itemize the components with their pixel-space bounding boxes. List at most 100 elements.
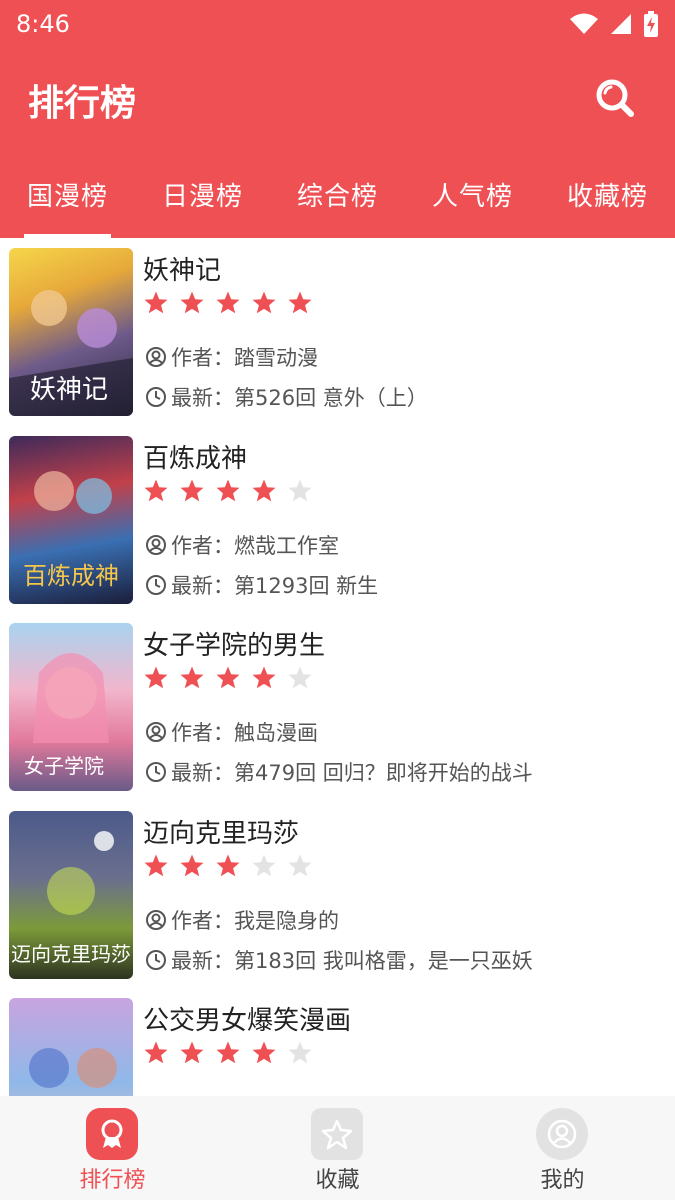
list-item[interactable]: 公交男女爆笑漫画 作者： — [0, 988, 675, 1096]
author-row: 作者： 我是隐身的 — [145, 905, 339, 935]
status-icons — [569, 11, 659, 37]
tab-label: 国漫榜 — [26, 182, 108, 212]
tab-shoucang[interactable]: 收藏榜 — [540, 166, 675, 238]
star-filled-icon — [180, 291, 204, 314]
rating-stars — [143, 665, 313, 691]
list-item[interactable]: 百炼成神 百炼成神 作者： 燃哉工作室 最新： 第1293回 新生 — [0, 426, 675, 614]
author-name: 燃哉工作室 — [234, 533, 339, 558]
author-icon — [146, 534, 166, 555]
author-name: 触岛漫画 — [234, 721, 318, 745]
tab-guoman[interactable]: 国漫榜 — [0, 166, 135, 238]
list-item[interactable]: 迈向克里玛莎 迈向克里玛莎 作者： 我是隐身的 最新： 第183回 我叫格雷，是一只… — [0, 801, 675, 989]
rating-stars — [143, 290, 313, 316]
latest-row: 最新： 第1293回 新生 — [145, 570, 378, 600]
comic-title: 公交男女爆笑漫画 — [143, 1006, 352, 1036]
star-empty-icon — [288, 854, 312, 876]
latest-prefix: 最新： — [171, 761, 234, 785]
svg-text:百炼成神: 百炼成神 — [23, 562, 119, 590]
star-filled-icon — [252, 1041, 276, 1064]
star-icon — [311, 1108, 363, 1160]
latest-chapter: 第479回 回归？即将开始的战斗 — [234, 761, 533, 785]
star-filled-icon — [144, 854, 168, 876]
clock-icon — [146, 574, 166, 595]
star-empty-icon — [252, 854, 276, 876]
tab-zonghe[interactable]: 综合榜 — [270, 166, 405, 238]
star-filled-icon — [180, 1041, 204, 1064]
clock-icon — [146, 949, 166, 970]
page-title: 排行榜 — [28, 83, 137, 124]
author-prefix: 作者： — [171, 721, 234, 745]
svg-text:妖神记: 妖神记 — [30, 375, 108, 405]
latest-prefix: 最新： — [171, 573, 234, 598]
nav-label: 收藏 — [315, 1168, 360, 1193]
cover-image: 迈向克里玛莎 — [9, 810, 133, 979]
status-bar: 8:46 — [16, 8, 659, 40]
nav-ranking[interactable]: 排行榜 — [0, 1096, 225, 1200]
star-filled-icon — [252, 666, 276, 689]
nav-label: 我的 — [540, 1168, 585, 1193]
nav-favorites[interactable]: 收藏 — [225, 1096, 450, 1200]
nav-profile[interactable]: 我的 — [450, 1096, 675, 1200]
latest-row: 最新： 第183回 我叫格雷，是一只巫妖 — [145, 945, 533, 975]
author-name: 我是隐身的 — [234, 908, 339, 933]
latest-row: 最新： 第479回 回归？即将开始的战斗 — [145, 757, 533, 787]
rating-stars — [143, 1040, 313, 1066]
star-empty-icon — [288, 1041, 312, 1064]
star-filled-icon — [216, 1041, 240, 1064]
author-row: 作者： 踏雪动漫 — [145, 342, 318, 372]
status-time: 8:46 — [16, 10, 70, 38]
star-empty-icon — [288, 479, 312, 501]
search-button[interactable] — [593, 76, 637, 120]
tab-riman[interactable]: 日漫榜 — [135, 166, 270, 238]
author-icon — [146, 347, 166, 367]
star-filled-icon — [180, 666, 204, 689]
latest-chapter: 第183回 我叫格雷，是一只巫妖 — [234, 948, 533, 973]
rank-tabs: 国漫榜 日漫榜 综合榜 人气榜 收藏榜 — [0, 166, 675, 238]
star-filled-icon — [144, 291, 168, 314]
clock-icon — [146, 387, 166, 407]
author-icon — [146, 722, 166, 742]
star-filled-icon — [180, 479, 204, 501]
search-icon — [596, 79, 634, 117]
bottom-nav: 排行榜 收藏 我的 — [0, 1096, 675, 1200]
author-prefix: 作者： — [171, 346, 234, 370]
latest-prefix: 最新： — [171, 386, 234, 410]
cover-image — [9, 998, 133, 1096]
wifi-icon — [570, 13, 598, 34]
cover-image: 女子学院 — [9, 623, 133, 791]
star-filled-icon — [252, 479, 276, 501]
tab-label: 综合榜 — [296, 182, 378, 212]
star-filled-icon — [180, 854, 204, 876]
svg-text:迈向克里玛莎: 迈向克里玛莎 — [11, 942, 131, 966]
star-filled-icon — [144, 1041, 168, 1064]
cover-image: 百炼成神 — [9, 435, 133, 604]
author-row: 作者： 触岛漫画 — [145, 717, 318, 747]
author-icon — [146, 909, 166, 930]
cover-image: 妖神记 — [9, 248, 133, 416]
star-filled-icon — [252, 291, 276, 314]
latest-chapter: 第526回 意外（上） — [234, 386, 428, 410]
star-filled-icon — [144, 666, 168, 689]
star-filled-icon — [216, 666, 240, 689]
tab-label: 收藏榜 — [566, 182, 648, 212]
comic-title: 迈向克里玛莎 — [143, 818, 300, 849]
ranking-icon — [86, 1108, 138, 1160]
comic-title: 百炼成神 — [143, 443, 248, 474]
latest-prefix: 最新： — [171, 948, 234, 973]
signal-icon — [611, 14, 631, 34]
tab-renqi[interactable]: 人气榜 — [405, 166, 540, 238]
nav-label: 排行榜 — [79, 1168, 146, 1193]
list-item[interactable]: 妖神记 妖神记 作者： 踏雪动漫 最新： 第526回 意外（上） — [0, 238, 675, 426]
comic-list: 妖神记 妖神记 作者： 踏雪动漫 最新： 第526回 意外（上） 百炼成神 百炼成神… — [0, 238, 675, 1096]
svg-text:女子学院: 女子学院 — [24, 754, 104, 778]
star-filled-icon — [216, 479, 240, 501]
rating-stars — [143, 853, 313, 879]
comic-title: 女子学院的男生 — [143, 631, 326, 661]
author-row: 作者： 燃哉工作室 — [145, 530, 339, 560]
star-filled-icon — [216, 291, 240, 314]
battery-icon — [644, 11, 658, 37]
star-filled-icon — [144, 479, 168, 501]
list-item[interactable]: 女子学院 女子学院的男生 作者： 触岛漫画 最新： 第479回 回归？即将开始的战斗 — [0, 613, 675, 801]
comic-title: 妖神记 — [143, 256, 222, 286]
author-prefix: 作者： — [171, 908, 234, 933]
